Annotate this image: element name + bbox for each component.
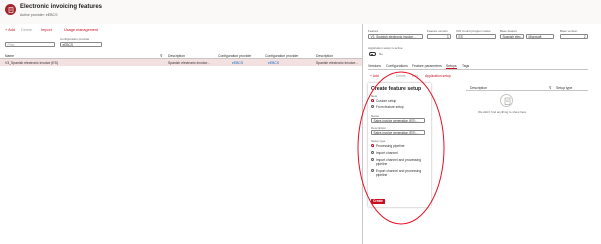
column-header-provider[interactable]: Configuration provider [218,54,251,58]
column-header-description[interactable]: Description [168,54,185,58]
row-name: V3_Spanish electronic invoice (ES) [5,60,58,65]
setup-active-toggle[interactable] [369,52,376,56]
setup-active-label: Application setup is active [368,46,403,50]
setups-grid-header: Description ⊽ Setup type [466,85,588,91]
base-feature-provider-field[interactable]: Microsoft [526,34,554,39]
base-feature-label: Base feature [500,29,518,33]
row-description-2: Spanish electronic invoice... [316,60,359,65]
column-header-name[interactable]: Name [5,54,14,58]
annotation-ellipse [357,71,445,225]
row-provider-link-2[interactable]: eEBCS [268,61,279,65]
add-button[interactable]: + Add [5,28,15,32]
base-version-field[interactable]: 2 [560,34,588,39]
page-title: Electronic invoicing features [20,4,103,10]
column-header-description-2[interactable]: Description [316,54,333,58]
empty-state-icon [500,94,513,107]
app-icon [5,4,16,15]
delete-button[interactable]: Delete [21,28,32,32]
table-row[interactable]: V3_Spanish electronic invoice (ES) Spani… [0,59,362,66]
provider-filter-label: Configuration provider [60,37,90,41]
active-provider-text: Active provider: eEBCS [20,13,58,17]
document-icon [504,97,511,105]
filter-icon[interactable]: ⊽ [160,54,162,58]
iso-codes-label: ISO Country/region codes [456,29,491,33]
tab-setups[interactable]: Setups [446,64,457,69]
tab-configurations[interactable]: Configurations [386,64,408,68]
tab-versions[interactable]: Versions [368,64,381,68]
filter-input[interactable]: Filter [5,42,55,47]
column-header-setup-description[interactable]: Description [470,86,487,90]
feature-field[interactable]: V3_Spanish electronic invoice... [368,34,423,39]
column-header-provider-2[interactable]: Configuration provider [265,54,298,58]
provider-filter-value: eEBCS [62,42,73,47]
row-provider-link[interactable]: eEBCS [232,61,243,65]
tab-feature-parameters[interactable]: Feature parameters [412,64,442,68]
usage-management-button[interactable]: Usage management [64,28,98,32]
empty-state-text: We didn't find anything to show here. [478,110,528,114]
feature-version-label: Feature version [427,29,448,33]
column-header-setup-type[interactable]: Setup type [556,86,572,90]
toggle-state-text: No [379,52,383,56]
feature-label: Feature [368,29,379,33]
row-description: Spanish electronic invoice... [168,60,211,65]
invoice-icon [8,6,13,13]
iso-codes-field[interactable]: ES [456,34,496,39]
base-feature-field[interactable]: Spanish elec... [500,34,524,39]
tab-tags[interactable]: Tags [462,64,469,68]
main-toolbar: + Add Delete Import Usage management [0,26,362,34]
import-button[interactable]: Import [41,28,52,32]
base-version-label: Base version [560,29,578,33]
provider-filter-select[interactable]: eEBCS [60,42,102,47]
feature-version-field[interactable]: 3 [427,34,451,39]
setup-filter-icon[interactable]: ⊽ [549,86,551,90]
